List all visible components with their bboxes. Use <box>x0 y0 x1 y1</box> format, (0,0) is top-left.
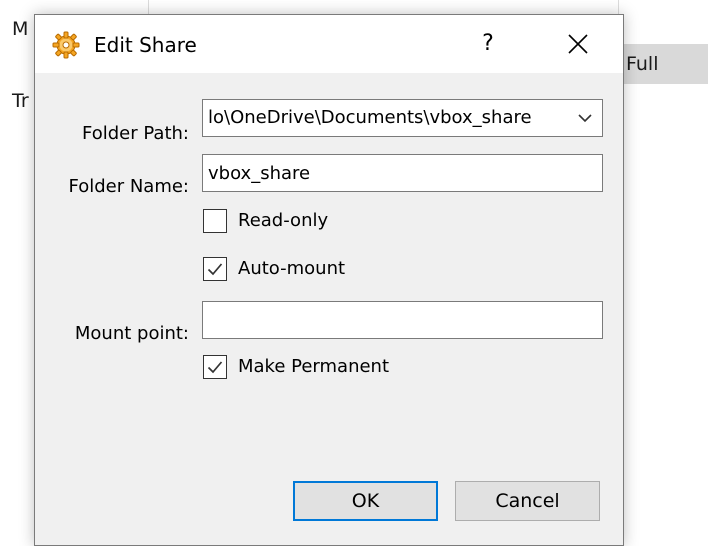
background-column-divider <box>148 0 149 14</box>
folder-name-label: Folder Name: <box>68 176 189 197</box>
mount-point-input[interactable] <box>202 301 603 339</box>
auto-mount-label[interactable]: Auto-mount <box>238 257 345 281</box>
background-table-cell[interactable]: Full <box>618 44 708 84</box>
dialog-titlebar[interactable]: Edit Share ? <box>35 15 623 73</box>
help-button[interactable]: ? <box>453 21 523 67</box>
folder-path-value: lo\OneDrive\Documents\vbox_share <box>208 107 532 128</box>
folder-path-combobox[interactable]: lo\OneDrive\Documents\vbox_share <box>202 99 603 137</box>
make-permanent-checkbox-row[interactable]: Make Permanent <box>203 354 389 380</box>
make-permanent-checkbox[interactable] <box>203 355 227 379</box>
close-button[interactable] <box>543 21 613 67</box>
folder-path-label: Folder Path: <box>82 123 189 144</box>
auto-mount-checkbox[interactable] <box>203 257 227 281</box>
check-icon <box>207 361 223 374</box>
close-icon <box>568 34 588 54</box>
background-label: Tr <box>12 90 29 112</box>
dialog-title: Edit Share <box>94 33 197 57</box>
edit-share-dialog: Edit Share ? Folder Path: lo\OneDrive\Do… <box>34 14 624 546</box>
read-only-checkbox-row[interactable]: Read-only <box>203 208 328 234</box>
cancel-button[interactable]: Cancel <box>455 481 600 521</box>
chevron-down-icon[interactable] <box>576 110 594 126</box>
read-only-label[interactable]: Read-only <box>238 209 328 233</box>
make-permanent-label[interactable]: Make Permanent <box>238 355 389 379</box>
auto-mount-checkbox-row[interactable]: Auto-mount <box>203 256 345 282</box>
virtualbox-gear-icon <box>52 31 80 59</box>
read-only-checkbox[interactable] <box>203 209 227 233</box>
background-label: M <box>12 18 29 40</box>
background-column-divider <box>618 0 619 14</box>
mount-point-label: Mount point: <box>74 323 189 344</box>
ok-button[interactable]: OK <box>293 481 438 521</box>
check-icon <box>207 263 223 276</box>
folder-name-input[interactable] <box>202 154 603 192</box>
